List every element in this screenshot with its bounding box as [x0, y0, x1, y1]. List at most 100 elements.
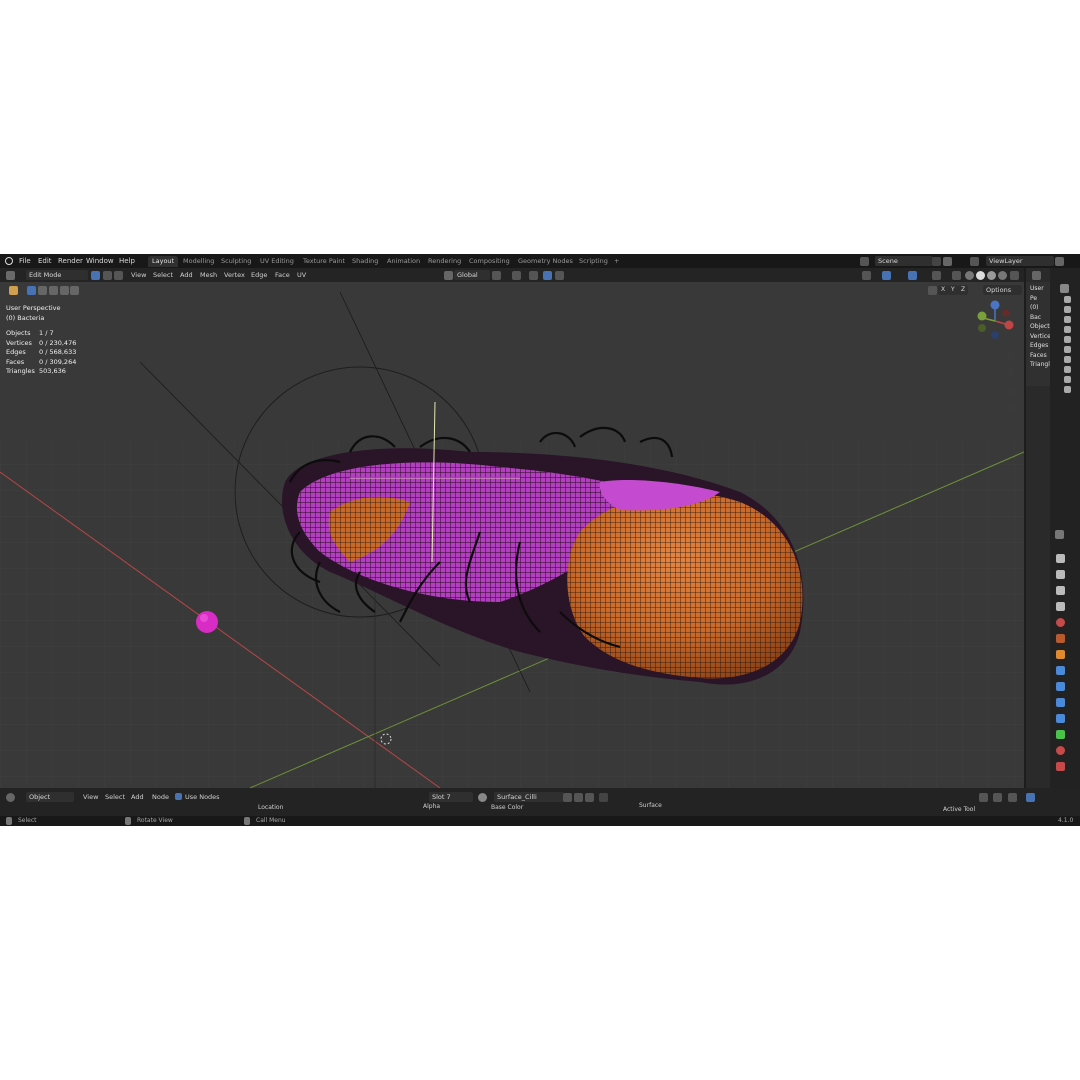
pan-hand-icon[interactable] [1006, 368, 1015, 377]
tab-modelling[interactable]: Modelling [179, 256, 218, 267]
pivot-icon[interactable] [492, 271, 501, 280]
node-wrangler-icon[interactable] [1008, 793, 1017, 802]
node-menu-select[interactable]: Select [105, 792, 125, 802]
new-scene-icon[interactable] [943, 257, 952, 266]
scene-properties-icon[interactable] [1056, 618, 1065, 627]
material-shading-icon[interactable] [987, 271, 996, 280]
mode-selector[interactable]: Edit Mode [26, 270, 88, 280]
menu-window[interactable]: Window [86, 257, 114, 265]
new-view-layer-icon[interactable] [1055, 257, 1064, 266]
material-browse-icon[interactable] [478, 793, 487, 802]
select-intersect-icon[interactable] [70, 286, 79, 295]
edge-select-icon[interactable] [103, 271, 112, 280]
menu-mesh[interactable]: Mesh [200, 270, 217, 280]
xray-icon[interactable] [952, 271, 961, 280]
menu-help[interactable]: Help [119, 257, 135, 265]
object-shader-selector[interactable]: Object [26, 792, 74, 802]
node-overlay-icon[interactable] [979, 793, 988, 802]
outliner-row-8-icon[interactable] [1064, 366, 1071, 373]
toolbar-toggle-icon[interactable] [9, 286, 18, 295]
active-tool-panel[interactable]: Active Tool [943, 805, 975, 815]
tab-sculpting[interactable]: Sculpting [217, 256, 255, 267]
mesh-edit-overlays-icon[interactable] [932, 271, 941, 280]
tab-texture-paint[interactable]: Texture Paint [299, 256, 349, 267]
navigation-gizmo[interactable] [972, 298, 1022, 348]
unlink-material-icon[interactable] [585, 793, 594, 802]
rendered-shading-icon[interactable] [998, 271, 1007, 280]
outliner-row-4-icon[interactable] [1064, 326, 1071, 333]
menu-edge[interactable]: Edge [251, 270, 267, 280]
mesh-data-icon[interactable] [1056, 730, 1065, 739]
vertex-select-icon[interactable] [91, 271, 100, 280]
node-menu-node[interactable]: Node [152, 792, 169, 802]
material-properties-icon[interactable] [1056, 746, 1065, 755]
slot-selector[interactable]: Slot 7 [429, 792, 473, 802]
use-nodes-checkbox[interactable] [175, 793, 182, 800]
node-gizmo-icon[interactable] [1026, 793, 1035, 802]
node-snap-icon[interactable] [993, 793, 1002, 802]
menu-add[interactable]: Add [180, 270, 193, 280]
outliner-row-6-icon[interactable] [1064, 346, 1071, 353]
scene-selector[interactable]: Scene [875, 256, 933, 266]
outliner-row-7-icon[interactable] [1064, 356, 1071, 363]
tab-animation[interactable]: Animation [383, 256, 424, 267]
menu-view[interactable]: View [131, 270, 146, 280]
outliner-filter-icon[interactable] [1060, 284, 1069, 293]
outliner-row-5-icon[interactable] [1064, 336, 1071, 343]
world-properties-icon[interactable] [1056, 634, 1065, 643]
solid-shading-icon[interactable] [976, 271, 985, 280]
tab-shading[interactable]: Shading [348, 256, 382, 267]
pin-material-icon[interactable] [599, 793, 608, 802]
axis-y-toggle[interactable]: Y [948, 285, 958, 295]
transform-orientation-selector[interactable]: Global [454, 270, 490, 280]
axis-x-toggle[interactable]: X [938, 285, 948, 295]
options-dropdown[interactable]: Options [983, 285, 1022, 295]
tab-compositing[interactable]: Compositing [465, 256, 514, 267]
tab-geometry-nodes[interactable]: Geometry Nodes [514, 256, 577, 267]
fake-user-icon[interactable] [563, 793, 572, 802]
tab-uv-editing[interactable]: UV Editing [256, 256, 298, 267]
modifier-wrench-icon[interactable] [1056, 666, 1065, 675]
perspective-toggle-icon[interactable] [1006, 403, 1015, 412]
gizmo-icon[interactable] [882, 271, 891, 280]
material-name-field[interactable]: Surface_Cilli [494, 792, 564, 802]
constraints-icon[interactable] [1056, 714, 1065, 723]
output-properties-icon[interactable] [1056, 586, 1065, 595]
menu-select[interactable]: Select [153, 270, 173, 280]
duplicate-material-icon[interactable] [574, 793, 583, 802]
3d-viewport[interactable]: User Perspective (0) Bacteria Objects 1 /… [0, 282, 1024, 788]
axis-z-toggle[interactable]: Z [958, 285, 968, 295]
blender-logo-icon[interactable] [5, 257, 13, 265]
node-menu-view[interactable]: View [83, 792, 98, 802]
add-workspace-button[interactable]: + [610, 256, 623, 267]
wireframe-shading-icon[interactable] [965, 271, 974, 280]
pin-icon[interactable] [932, 257, 941, 266]
mirror-axis-icon[interactable] [928, 286, 937, 295]
select-extend-icon[interactable] [38, 286, 47, 295]
outliner-row-1-icon[interactable] [1064, 296, 1071, 303]
properties-editor-type-icon[interactable] [1055, 530, 1064, 539]
menu-file[interactable]: File [19, 257, 31, 265]
gizmo-z-icon[interactable] [990, 300, 1000, 310]
tab-layout[interactable]: Layout [148, 256, 179, 267]
outliner-editor-type-icon[interactable] [1032, 271, 1041, 280]
tool-properties-icon[interactable] [1056, 554, 1065, 563]
snap-icon[interactable] [512, 271, 521, 280]
tab-scripting[interactable]: Scripting [575, 256, 612, 267]
zoom-icon[interactable] [1006, 351, 1015, 360]
proportional-edit-icon[interactable] [543, 271, 552, 280]
physics-icon[interactable] [1056, 698, 1065, 707]
texture-properties-icon[interactable] [1056, 762, 1065, 771]
transform-orientation-icon[interactable] [444, 271, 453, 280]
overlays-icon[interactable] [908, 271, 917, 280]
gizmo-y-icon[interactable] [977, 311, 987, 321]
menu-render[interactable]: Render [58, 257, 83, 265]
select-box-icon[interactable] [27, 286, 36, 295]
visibility-icon[interactable] [862, 271, 871, 280]
outliner-row-3-icon[interactable] [1064, 316, 1071, 323]
menu-uv[interactable]: UV [297, 270, 306, 280]
scene-icon[interactable] [860, 257, 869, 266]
particles-icon[interactable] [1056, 682, 1065, 691]
select-invert-icon[interactable] [60, 286, 69, 295]
object-properties-icon[interactable] [1056, 650, 1065, 659]
